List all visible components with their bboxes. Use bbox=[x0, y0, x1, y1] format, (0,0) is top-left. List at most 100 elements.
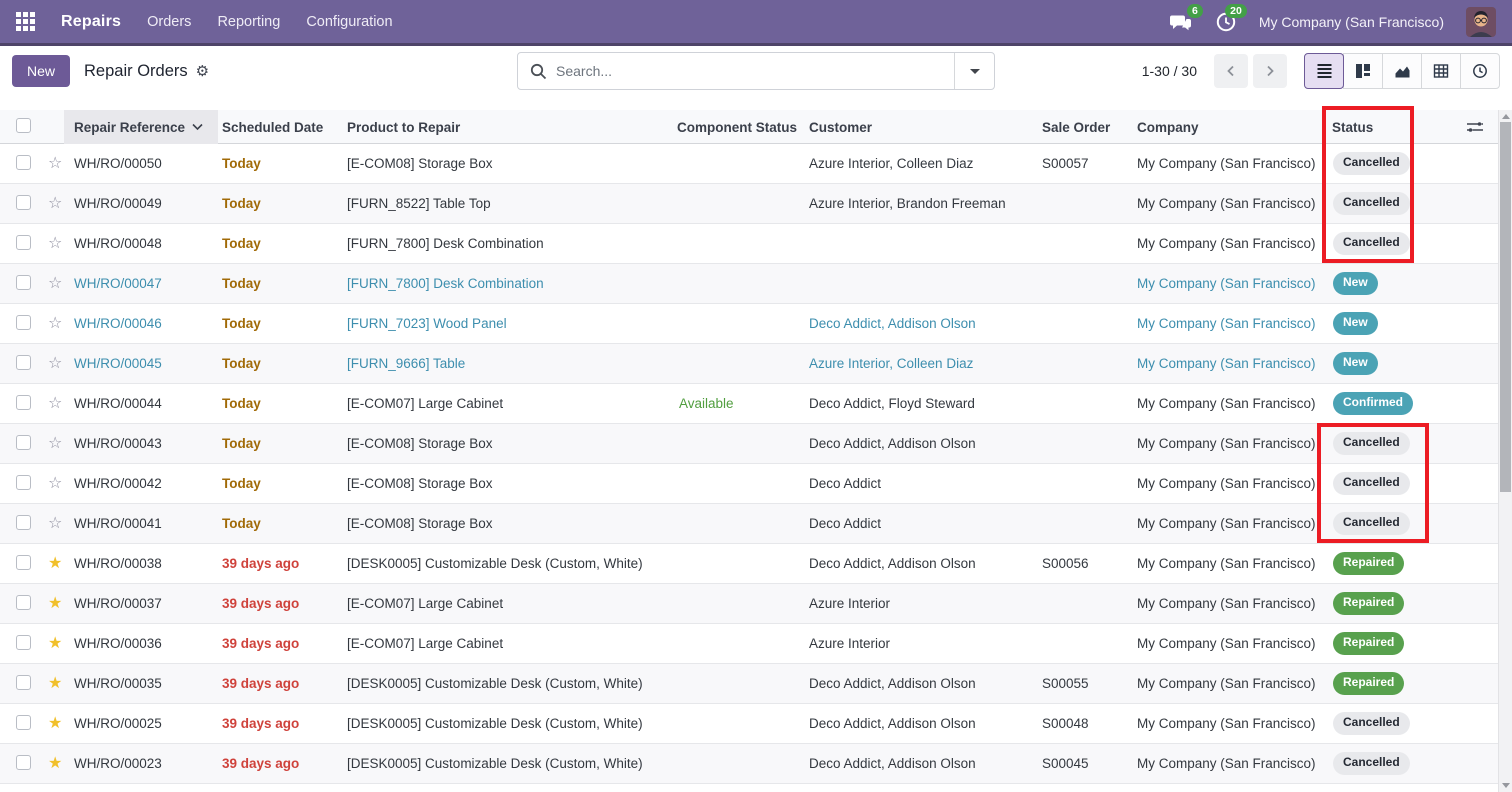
vertical-scrollbar[interactable] bbox=[1498, 110, 1512, 792]
table-row[interactable]: ★ WH/RO/00036 39 days ago [E-COM07] Larg… bbox=[0, 624, 1498, 664]
cell-repair-reference: WH/RO/00025 bbox=[70, 716, 218, 731]
cell-customer: Deco Addict, Addison Olson bbox=[803, 316, 1038, 331]
column-header-repair-reference[interactable]: Repair Reference bbox=[64, 110, 218, 144]
table-row[interactable]: ★ WH/RO/00025 39 days ago [DESK0005] Cus… bbox=[0, 704, 1498, 744]
cell-company: My Company (San Francisco) bbox=[1133, 716, 1328, 731]
cell-product: [DESK0005] Customizable Desk (Custom, Wh… bbox=[343, 556, 673, 571]
priority-star[interactable]: ☆ bbox=[44, 356, 70, 372]
column-header-customer[interactable]: Customer bbox=[803, 120, 1038, 135]
nav-item-orders[interactable]: Orders bbox=[147, 14, 191, 30]
messages-count-badge: 6 bbox=[1187, 4, 1203, 19]
priority-star[interactable]: ☆ bbox=[44, 276, 70, 292]
table-row[interactable]: ☆ WH/RO/00043 Today [E-COM08] Storage Bo… bbox=[0, 424, 1498, 464]
priority-star[interactable]: ☆ bbox=[44, 476, 70, 492]
row-select-checkbox[interactable] bbox=[0, 715, 44, 733]
scrollbar-thumb[interactable] bbox=[1500, 122, 1511, 492]
priority-star[interactable]: ★ bbox=[44, 636, 70, 652]
column-header-product[interactable]: Product to Repair bbox=[343, 120, 673, 135]
scroll-down-arrow[interactable] bbox=[1502, 783, 1510, 788]
row-select-checkbox[interactable] bbox=[0, 155, 44, 173]
activity-view-button[interactable] bbox=[1460, 53, 1500, 89]
row-select-checkbox[interactable] bbox=[0, 435, 44, 453]
row-select-checkbox[interactable] bbox=[0, 195, 44, 213]
priority-star[interactable]: ☆ bbox=[44, 316, 70, 332]
priority-star[interactable]: ☆ bbox=[44, 516, 70, 532]
table-row[interactable]: ☆ WH/RO/00047 Today [FURN_7800] Desk Com… bbox=[0, 264, 1498, 304]
cell-product: [DESK0005] Customizable Desk (Custom, Wh… bbox=[343, 716, 673, 731]
priority-star[interactable]: ☆ bbox=[44, 156, 70, 172]
select-all-checkbox[interactable] bbox=[0, 118, 44, 136]
column-header-scheduled-date[interactable]: Scheduled Date bbox=[218, 120, 343, 135]
apps-grid-icon[interactable] bbox=[16, 12, 35, 31]
table-row[interactable]: ★ WH/RO/00038 39 days ago [DESK0005] Cus… bbox=[0, 544, 1498, 584]
column-header-status[interactable]: Status bbox=[1328, 120, 1444, 135]
priority-star[interactable]: ★ bbox=[44, 716, 70, 732]
cell-scheduled-date: Today bbox=[218, 316, 343, 331]
table-row[interactable]: ☆ WH/RO/00041 Today [E-COM08] Storage Bo… bbox=[0, 504, 1498, 544]
new-button[interactable]: New bbox=[12, 55, 70, 87]
column-header-company[interactable]: Company bbox=[1133, 120, 1328, 135]
table-row[interactable]: ☆ WH/RO/00044 Today [E-COM07] Large Cabi… bbox=[0, 384, 1498, 424]
messages-icon[interactable]: 6 bbox=[1169, 11, 1193, 33]
cell-repair-reference: WH/RO/00049 bbox=[70, 196, 218, 211]
nav-item-configuration[interactable]: Configuration bbox=[306, 14, 392, 30]
table-row[interactable]: ☆ WH/RO/00045 Today [FURN_9666] Table Az… bbox=[0, 344, 1498, 384]
row-select-checkbox[interactable] bbox=[0, 475, 44, 493]
pager-next-button[interactable] bbox=[1253, 54, 1287, 88]
user-avatar[interactable] bbox=[1466, 7, 1496, 37]
priority-star[interactable]: ★ bbox=[44, 676, 70, 692]
pager-previous-button[interactable] bbox=[1214, 54, 1248, 88]
cell-status: Cancelled bbox=[1328, 472, 1444, 494]
status-badge: New bbox=[1333, 312, 1378, 334]
column-header-sale-order[interactable]: Sale Order bbox=[1038, 120, 1133, 135]
priority-star[interactable]: ★ bbox=[44, 756, 70, 772]
priority-star[interactable]: ☆ bbox=[44, 436, 70, 452]
priority-star[interactable]: ☆ bbox=[44, 236, 70, 252]
pivot-view-button[interactable] bbox=[1421, 53, 1461, 89]
row-select-checkbox[interactable] bbox=[0, 355, 44, 373]
nav-item-reporting[interactable]: Reporting bbox=[217, 14, 280, 30]
row-select-checkbox[interactable] bbox=[0, 315, 44, 333]
graph-view-button[interactable] bbox=[1382, 53, 1422, 89]
optional-columns-sliders-icon[interactable] bbox=[1462, 120, 1498, 134]
table-row[interactable]: ☆ WH/RO/00049 Today [FURN_8522] Table To… bbox=[0, 184, 1498, 224]
row-select-checkbox[interactable] bbox=[0, 515, 44, 533]
cell-product: [E-COM07] Large Cabinet bbox=[343, 596, 673, 611]
company-switcher[interactable]: My Company (San Francisco) bbox=[1259, 14, 1444, 30]
search-dropdown-toggle[interactable] bbox=[954, 53, 994, 89]
app-name[interactable]: Repairs bbox=[61, 13, 121, 31]
activities-clock-icon[interactable]: 20 bbox=[1215, 11, 1237, 33]
row-select-checkbox[interactable] bbox=[0, 395, 44, 413]
row-select-checkbox[interactable] bbox=[0, 635, 44, 653]
kanban-view-button[interactable] bbox=[1343, 53, 1383, 89]
table-row[interactable]: ★ WH/RO/00023 39 days ago [DESK0005] Cus… bbox=[0, 744, 1498, 784]
row-select-checkbox[interactable] bbox=[0, 235, 44, 253]
scroll-up-arrow[interactable] bbox=[1502, 114, 1510, 119]
view-settings-gear-icon[interactable]: ⚙ bbox=[196, 62, 209, 80]
priority-star[interactable]: ☆ bbox=[44, 396, 70, 412]
column-header-component-status[interactable]: Component Status bbox=[673, 120, 803, 135]
priority-star[interactable]: ★ bbox=[44, 596, 70, 612]
search-input[interactable] bbox=[556, 63, 954, 79]
cell-company: My Company (San Francisco) bbox=[1133, 236, 1328, 251]
cell-product: [E-COM08] Storage Box bbox=[343, 156, 673, 171]
row-select-checkbox[interactable] bbox=[0, 275, 44, 293]
status-badge: Cancelled bbox=[1333, 752, 1410, 774]
table-row[interactable]: ☆ WH/RO/00042 Today [E-COM08] Storage Bo… bbox=[0, 464, 1498, 504]
priority-star[interactable]: ★ bbox=[44, 556, 70, 572]
table-row[interactable]: ★ WH/RO/00037 39 days ago [E-COM07] Larg… bbox=[0, 584, 1498, 624]
table-row[interactable]: ☆ WH/RO/00046 Today [FURN_7023] Wood Pan… bbox=[0, 304, 1498, 344]
table-row[interactable]: ☆ WH/RO/00050 Today [E-COM08] Storage Bo… bbox=[0, 144, 1498, 184]
cell-product: [E-COM07] Large Cabinet bbox=[343, 636, 673, 651]
column-label: Repair Reference bbox=[74, 120, 185, 135]
row-select-checkbox[interactable] bbox=[0, 675, 44, 693]
table-row[interactable]: ☆ WH/RO/00048 Today [FURN_7800] Desk Com… bbox=[0, 224, 1498, 264]
row-select-checkbox[interactable] bbox=[0, 555, 44, 573]
priority-star[interactable]: ☆ bbox=[44, 196, 70, 212]
cell-repair-reference: WH/RO/00050 bbox=[70, 156, 218, 171]
list-view-button[interactable] bbox=[1304, 53, 1344, 89]
row-select-checkbox[interactable] bbox=[0, 595, 44, 613]
row-select-checkbox[interactable] bbox=[0, 755, 44, 773]
table-row[interactable]: ★ WH/RO/00035 39 days ago [DESK0005] Cus… bbox=[0, 664, 1498, 704]
cell-scheduled-date: 39 days ago bbox=[218, 676, 343, 691]
